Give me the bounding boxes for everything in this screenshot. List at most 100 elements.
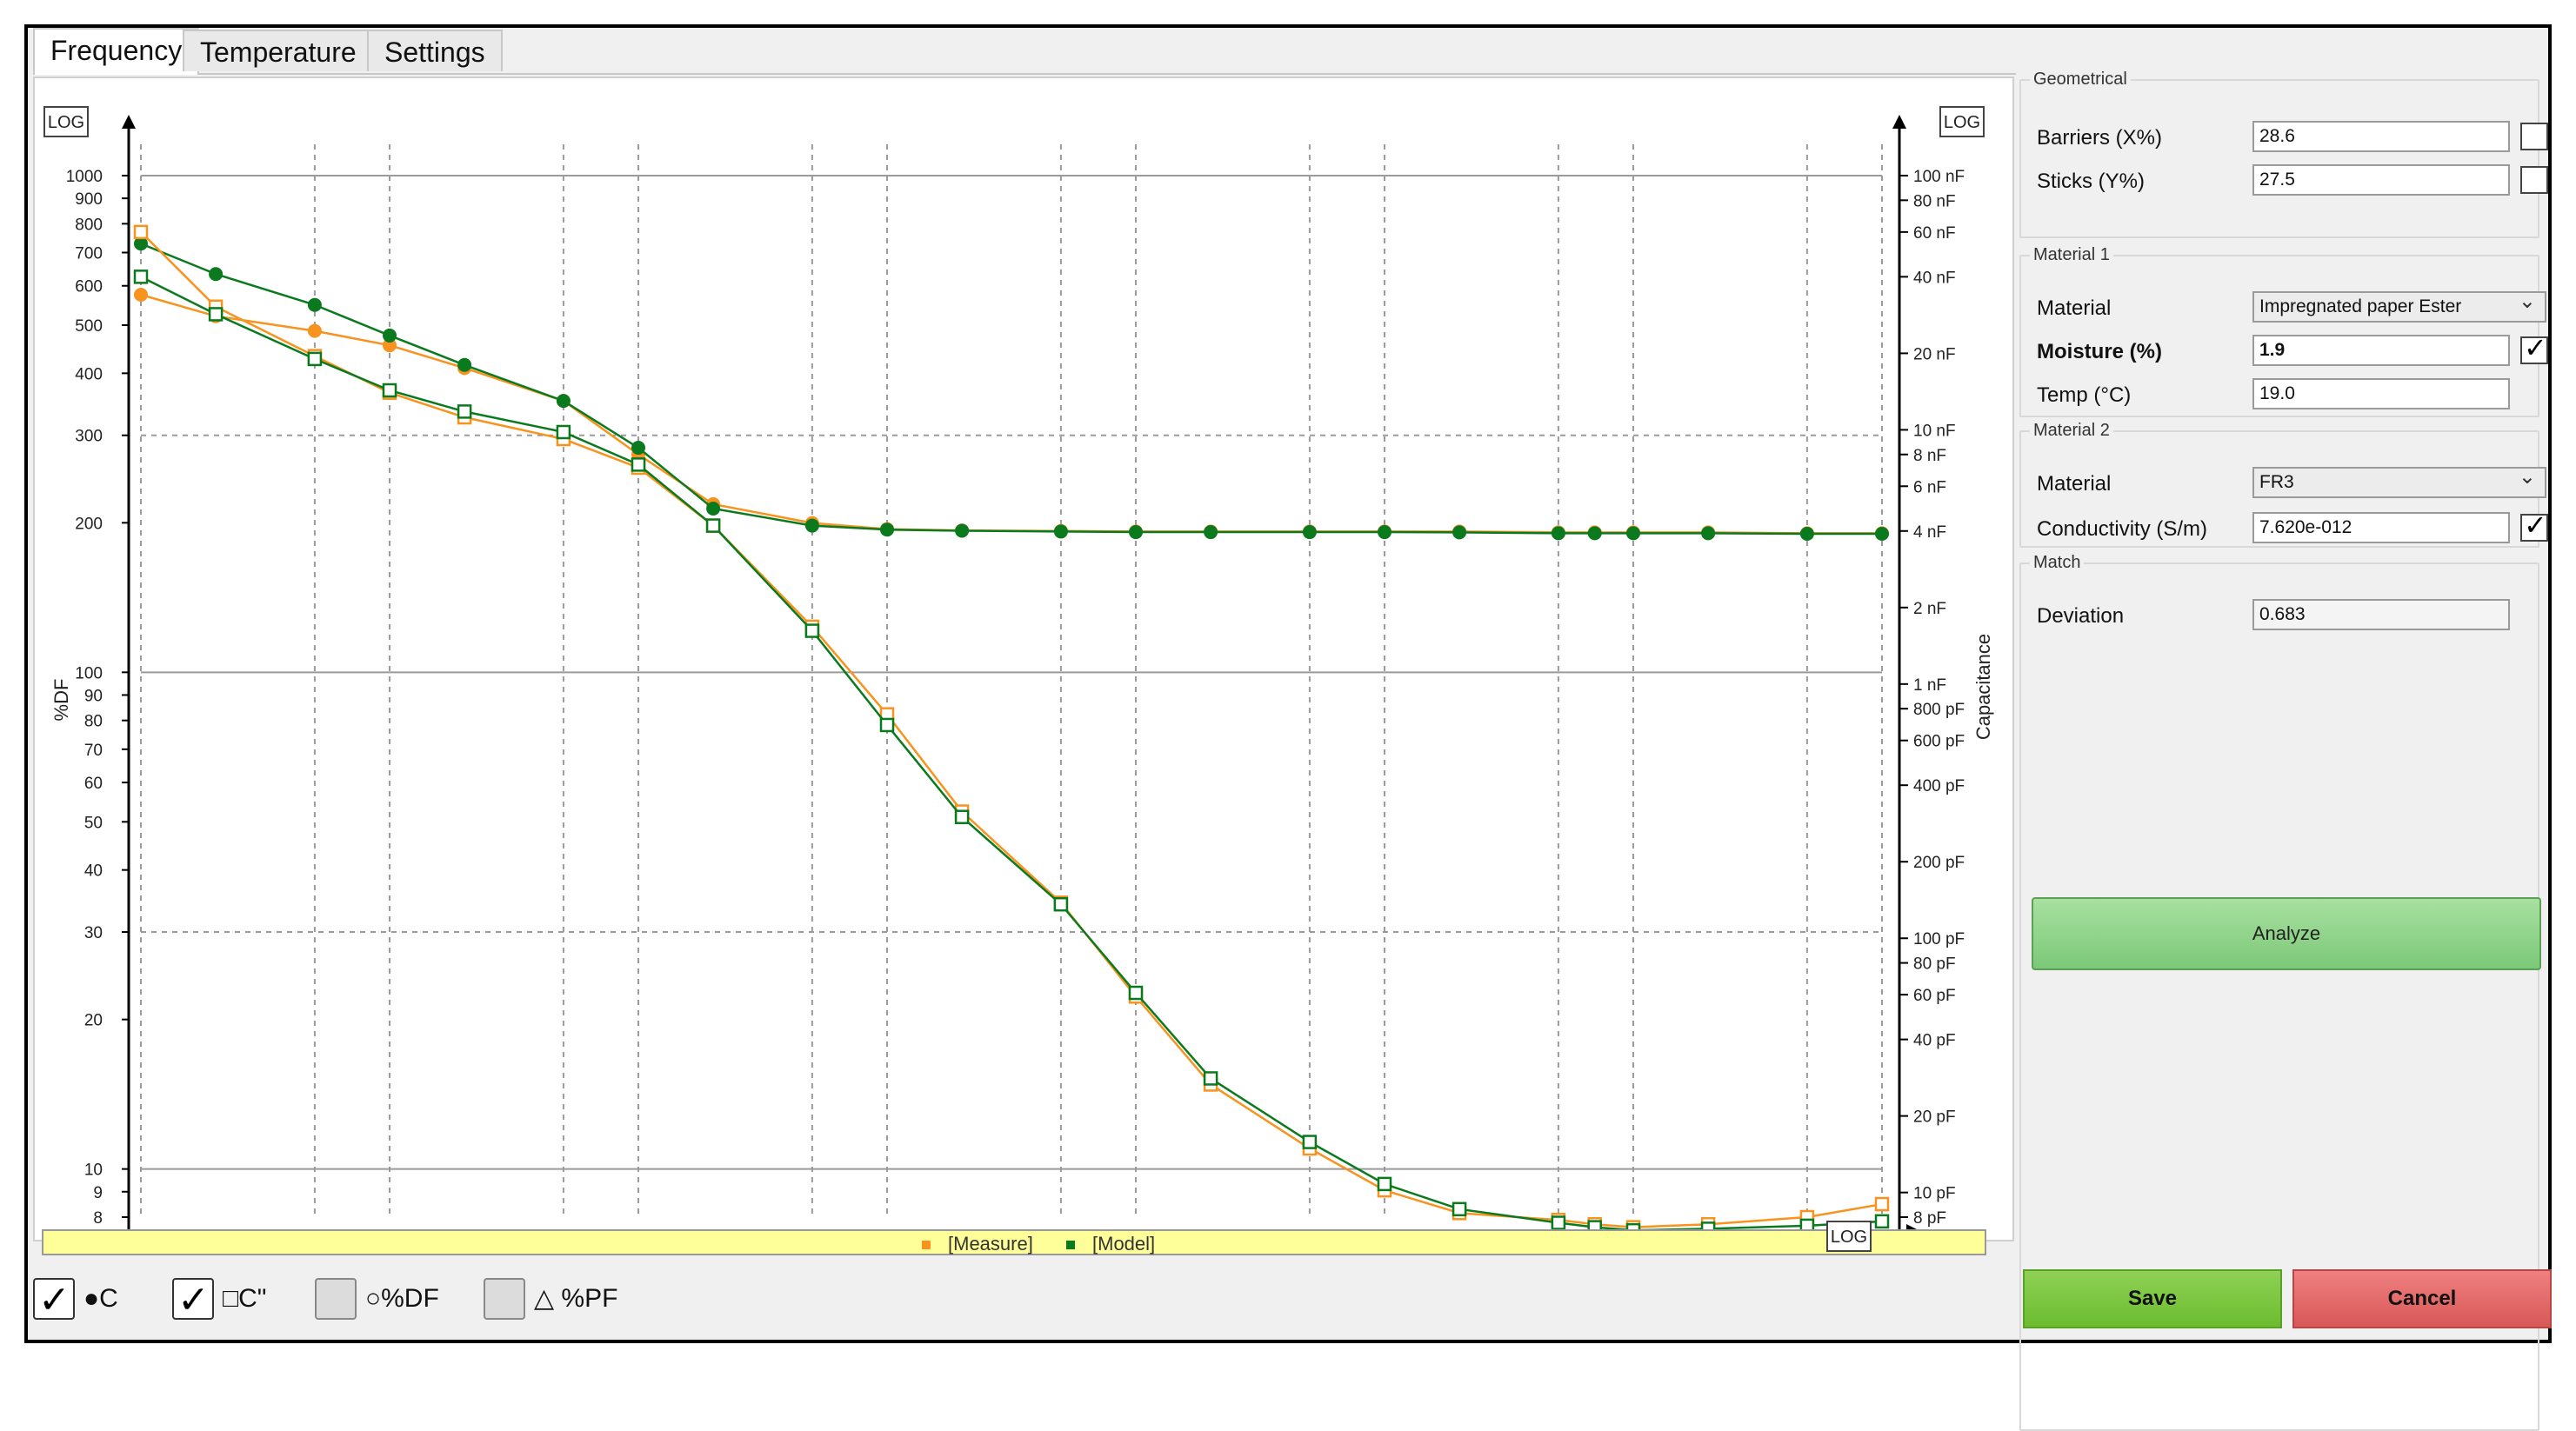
- data-point-square: [556, 424, 571, 440]
- y-right-tick-label: 20 pF: [1913, 1108, 1956, 1127]
- y-left-tick-label: 100: [75, 664, 103, 682]
- y-left-tick-label: 700: [75, 244, 103, 263]
- data-point-square: [382, 383, 397, 398]
- frequency-chart: 1000 900 800 700 600 500 400 300 200 100 90 80 70 60 5…: [50, 115, 1994, 1240]
- material2-title: Material 2: [2033, 421, 2110, 440]
- show-df-label: ○%DF: [365, 1284, 439, 1313]
- data-point-circle: [1204, 525, 1218, 540]
- cancel-button[interactable]: Cancel: [2292, 1269, 2552, 1328]
- y-right-tick-label: 4 nF: [1913, 523, 1946, 542]
- data-point-circle: [1587, 526, 1602, 541]
- data-point-circle: [457, 357, 472, 372]
- data-point-square: [1377, 1176, 1392, 1192]
- tab-temperature[interactable]: Temperature: [183, 30, 374, 71]
- data-point-square: [879, 717, 895, 733]
- check-icon: [33, 1275, 75, 1327]
- y-left-tick-label: 200: [75, 515, 103, 533]
- data-point-circle: [631, 441, 645, 456]
- y-left-tick-label: 50: [84, 814, 103, 832]
- data-point-circle: [706, 502, 721, 516]
- y-axis-left-arrow-icon: [122, 115, 136, 129]
- legend-measure-label: [Measure]: [948, 1233, 1033, 1255]
- y-right-tick-label: 200 pF: [1913, 854, 1965, 872]
- data-point-square: [1302, 1135, 1318, 1149]
- data-point-square: [208, 307, 224, 322]
- moisture-fit-checkbox[interactable]: [2520, 331, 2548, 364]
- data-point-circle: [1626, 526, 1640, 541]
- barriers-row: Barriers (X%) 28.6: [2037, 121, 2548, 154]
- material2-label: Material: [2037, 472, 2112, 496]
- save-button[interactable]: Save: [2023, 1269, 2282, 1328]
- data-point-square: [705, 518, 721, 533]
- material1-group: Material 1 Material Impregnated paper Es…: [2019, 245, 2548, 417]
- temp-label: Temp (°C): [2037, 383, 2132, 407]
- y-left-tick-label: 900: [75, 190, 103, 209]
- y-left-tick-label: 80: [84, 713, 103, 731]
- sticks-row: Sticks (Y%) 27.5: [2037, 164, 2548, 197]
- data-point-circle: [134, 288, 148, 303]
- log-scale-x-button[interactable]: LOG: [1826, 1221, 1872, 1252]
- data-point-square: [307, 351, 323, 367]
- moisture-input[interactable]: 1.9: [2252, 335, 2510, 366]
- series-line-3: [140, 230, 1883, 1228]
- temp-input[interactable]: 19.0: [2252, 378, 2510, 409]
- y-left-axis-title: %DF: [50, 679, 72, 722]
- model-swatch: [1066, 1241, 1075, 1250]
- data-point-circle: [383, 328, 397, 343]
- barriers-input[interactable]: 28.6: [2252, 121, 2510, 152]
- data-point-circle: [880, 522, 894, 537]
- conductivity-row: Conductivity (S/m) 7.620e-012: [2037, 509, 2548, 545]
- y-right-tick-label: 60 pF: [1913, 987, 1956, 1005]
- geometrical-title: Geometrical: [2033, 70, 2127, 89]
- data-point-circle: [556, 394, 571, 409]
- conductivity-label: Conductivity (S/m): [2037, 517, 2208, 541]
- legend-model-label: [Model]: [1092, 1233, 1156, 1255]
- data-point-circle: [1302, 525, 1317, 540]
- sticks-fit-checkbox[interactable]: [2520, 166, 2548, 194]
- material1-row: Material Impregnated paper Ester: [2037, 288, 2546, 324]
- barriers-fit-checkbox[interactable]: [2520, 123, 2548, 150]
- y-right-tick-label: 20 nF: [1913, 345, 1956, 363]
- y-left-tick-label: 90: [84, 687, 103, 705]
- check-icon: [172, 1275, 214, 1327]
- material2-select[interactable]: FR3: [2252, 463, 2546, 498]
- data-point-square: [457, 404, 472, 419]
- y-left-tick-label: 8: [93, 1209, 103, 1228]
- y-right-tick-label: 400 pF: [1913, 777, 1965, 795]
- temp-row: Temp (°C) 19.0: [2037, 378, 2533, 411]
- conductivity-input[interactable]: 7.620e-012: [2252, 512, 2510, 543]
- data-point-square: [1551, 1215, 1566, 1230]
- material2-group: Material 2 Material FR3 Conductivity (S/…: [2019, 421, 2548, 548]
- unchecked-box-icon: [315, 1278, 357, 1320]
- y-axis-right-arrow-icon: [1892, 115, 1906, 129]
- y-right-tick-label: 80 pF: [1913, 955, 1956, 974]
- data-point-square: [1203, 1071, 1218, 1086]
- data-point-square: [133, 224, 149, 240]
- legend-model: [Model]: [1066, 1233, 1155, 1255]
- analyze-button[interactable]: Analyze: [2032, 897, 2541, 970]
- data-point-circle: [209, 267, 224, 282]
- data-point-square: [1452, 1201, 1467, 1217]
- y-right-tick-label: 10 nF: [1913, 422, 1956, 440]
- material1-select[interactable]: Impregnated paper Ester: [2252, 288, 2546, 323]
- conductivity-fit-checkbox[interactable]: [2520, 509, 2548, 542]
- tab-settings[interactable]: Settings: [367, 30, 503, 71]
- legend-measure: [Measure]: [922, 1233, 1033, 1255]
- geometrical-group: Geometrical Barriers (X%) 28.6 Sticks (Y…: [2019, 70, 2548, 238]
- y-left-tick-label: 9: [93, 1184, 103, 1202]
- data-point-circle: [1875, 526, 1889, 541]
- moisture-row: Moisture (%) 1.9: [2037, 331, 2548, 368]
- y-left-tick-label: 300: [75, 428, 103, 446]
- deviation-label: Deviation: [2037, 604, 2125, 628]
- deviation-row: Deviation 0.683: [2037, 599, 2533, 632]
- sticks-input[interactable]: 27.5: [2252, 164, 2510, 196]
- show-c-imag-label: □C": [223, 1284, 267, 1313]
- y-right-tick-label: 10 pF: [1913, 1185, 1956, 1203]
- tab-frequency[interactable]: Frequency: [33, 28, 200, 75]
- log-scale-left-button[interactable]: LOG: [43, 106, 89, 137]
- y-left-tick-label: 500: [75, 317, 103, 336]
- log-scale-right-button[interactable]: LOG: [1939, 106, 1985, 137]
- y-right-tick-label: 8 nF: [1913, 447, 1946, 465]
- data-point-square: [1874, 1214, 1890, 1229]
- data-point-square: [954, 809, 970, 824]
